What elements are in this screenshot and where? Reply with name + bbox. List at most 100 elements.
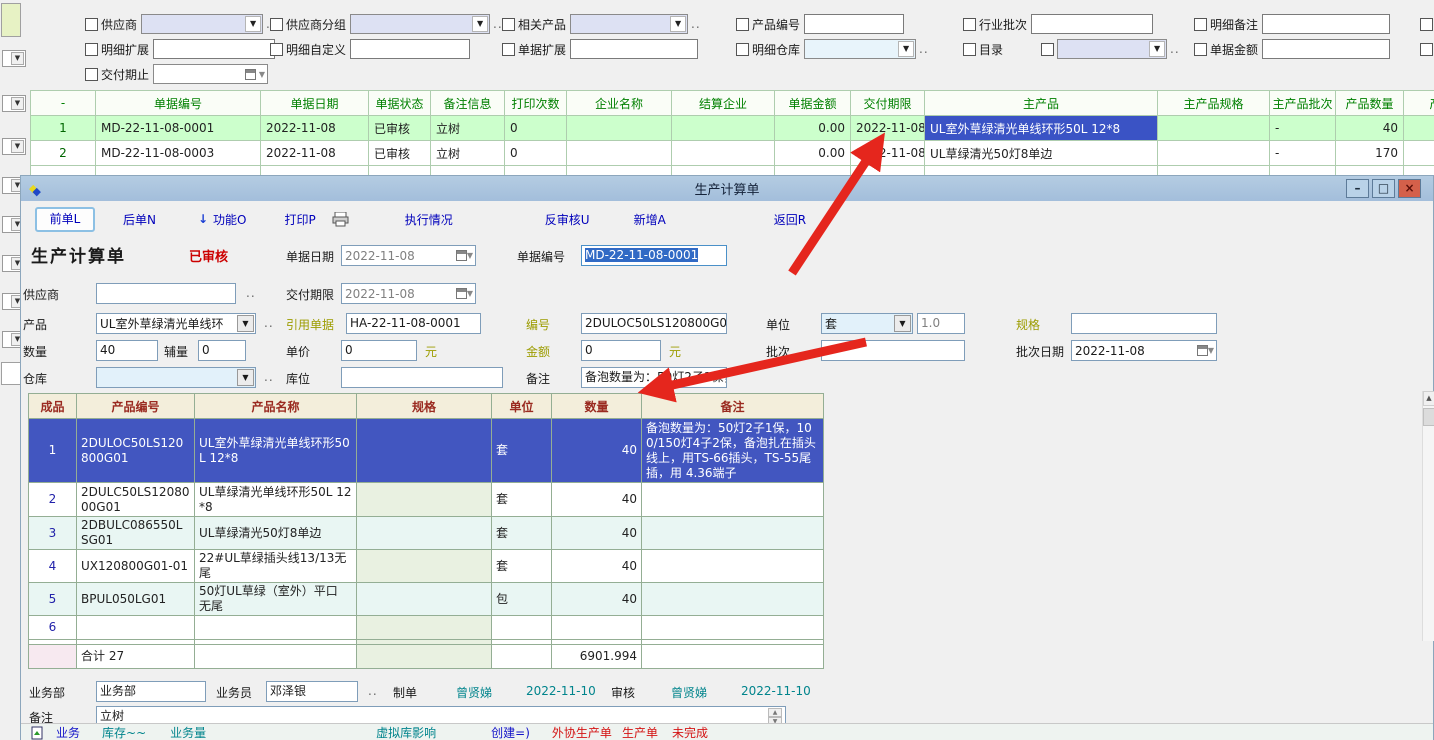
grid-cell[interactable] [672,116,775,141]
strip-dropdown-button[interactable]: ▼ [2,138,26,155]
grid-cell[interactable]: 40 [1336,116,1404,141]
grid-cell[interactable]: 2022-11-08 [851,116,925,141]
detail-column-header[interactable]: 规格 [357,394,492,419]
industry-batch-checkbox[interactable] [963,18,976,31]
detail-cell[interactable] [357,550,492,583]
detail-row[interactable]: 32DBULC086550LSG01UL草绿清光50灯8单边套40 [29,517,824,550]
grid-column-header[interactable]: - [31,91,96,116]
doc-date-input[interactable]: 2022-11-08▼ [341,245,476,266]
detail-warehouse-more-button[interactable]: .. [919,42,929,56]
grid-column-header[interactable]: 单据编号 [96,91,261,116]
detail-cell[interactable]: 2DULOC50LS120800G01 [77,419,195,483]
chevron-down-icon[interactable]: ▼ [259,70,265,79]
grid-cell[interactable]: 2022-11-08 [851,141,925,166]
detail-cell[interactable]: 40 [552,419,642,483]
detail-cell[interactable]: 3 [29,517,77,550]
grid-column-header[interactable]: 产品金额 [1404,91,1434,116]
detail-column-header[interactable]: 单位 [492,394,552,419]
grid-cell[interactable]: 已审核 [369,116,431,141]
function-menu-button[interactable]: 功能O [213,211,246,228]
window-titlebar[interactable]: ◆ ◆ 生产计算单 [21,176,1433,201]
grid-column-header[interactable]: 主产品批次 [1270,91,1336,116]
detail-cell[interactable]: 2DULC50LS1208000G01 [77,483,195,517]
product-code-filter-input[interactable] [804,14,904,34]
chevron-down-icon[interactable]: ▼ [898,41,914,57]
grid-row[interactable]: 2MD-22-11-08-00032022-11-08已审核立树00.00202… [31,141,1434,166]
detail-cell[interactable] [195,616,357,640]
doc-amount-checkbox[interactable] [1194,43,1207,56]
grid-column-header[interactable]: 备注信息 [431,91,505,116]
detail-cell[interactable]: 5 [29,583,77,616]
detail-cell[interactable]: BPUL050LG01 [77,583,195,616]
grid-cell[interactable] [1158,141,1270,166]
close-button[interactable]: × [1398,179,1421,198]
cutoff-checkbox[interactable] [1420,18,1433,31]
doc-expand-checkbox[interactable] [502,43,515,56]
doc-no-input[interactable]: MD-22-11-08-0001 [581,245,727,266]
related-product-filter-select[interactable]: ▼ [570,14,688,34]
detail-row[interactable]: 4UX120800G01-0122#UL草绿插头线13/13无尾套40 [29,550,824,583]
supplier-group-checkbox[interactable] [270,18,283,31]
doc-expand-filter-input[interactable] [570,39,698,59]
detail-column-header[interactable]: 产品编号 [77,394,195,419]
detail-cell[interactable]: 50灯UL草绿（室外）平口 无尾 [195,583,357,616]
chevron-down-icon[interactable]: ▼ [894,315,911,332]
statusbar-link[interactable]: 未完成 [672,724,708,740]
detail-cell[interactable]: 40 [552,550,642,583]
spec-input[interactable] [1071,313,1217,334]
salesman-input[interactable]: 邓泽银 [266,681,358,702]
chevron-down-icon[interactable]: ▼ [467,251,473,260]
grid-cell[interactable] [1404,141,1434,166]
printer-icon[interactable] [332,212,349,227]
dept-input[interactable]: 业务部 [96,681,206,702]
chevron-down-icon[interactable]: ▼ [237,315,254,332]
grid-cell[interactable] [1404,116,1434,141]
add-new-button[interactable]: 新增A [634,211,666,228]
grid-cell[interactable]: 0 [505,141,567,166]
code-input[interactable]: 2DULOC50LS120800G01 [581,313,727,334]
detail-cell[interactable] [357,616,492,640]
detail-cell[interactable]: 套 [492,483,552,517]
detail-row[interactable]: 22DULC50LS1208000G01UL草绿清光单线环形50L 12*8套4… [29,483,824,517]
detail-cell[interactable] [642,616,824,640]
detail-cell[interactable]: 套 [492,550,552,583]
vertical-scrollbar[interactable]: ▲ [1422,391,1434,641]
warehouse-more-button[interactable]: .. [264,370,274,384]
batch-date-input[interactable]: 2022-11-08▼ [1071,340,1217,361]
product-select[interactable]: UL室外草绿清光单线环▼ [96,313,256,334]
detail-warehouse-filter-select[interactable]: ▼ [804,39,916,59]
detail-expand-checkbox[interactable] [85,43,98,56]
industry-batch-filter-input[interactable] [1031,14,1153,34]
warehouse-select[interactable]: ▼ [96,367,256,388]
grid-column-header[interactable]: 主产品 [925,91,1158,116]
scrollbar-thumb[interactable] [1423,408,1434,426]
detail-cell[interactable]: 40 [552,483,642,517]
grid-cell[interactable]: 0.00 [775,116,851,141]
grid-cell[interactable] [567,141,672,166]
detail-cell[interactable] [357,483,492,517]
supplier-checkbox[interactable] [85,18,98,31]
detail-cell[interactable]: UL室外草绿清光单线环形50L 12*8 [195,419,357,483]
detail-note-checkbox[interactable] [1194,18,1207,31]
detail-column-header[interactable]: 产品名称 [195,394,357,419]
chevron-down-icon[interactable]: ▼ [467,289,473,298]
detail-custom-filter-input[interactable] [350,39,470,59]
detail-row[interactable]: 5BPUL050LG0150灯UL草绿（室外）平口 无尾包40 [29,583,824,616]
back-button[interactable]: 返回R [774,211,806,228]
minimize-button[interactable]: – [1346,179,1369,198]
detail-row[interactable]: 12DULOC50LS120800G01UL室外草绿清光单线环形50L 12*8… [29,419,824,483]
detail-expand-filter-input[interactable] [153,39,275,59]
qty-input[interactable]: 40 [96,340,158,361]
detail-cell[interactable]: 4 [29,550,77,583]
chevron-down-icon[interactable]: ▼ [1149,41,1165,57]
detail-cell[interactable]: 40 [552,583,642,616]
supplier-more-button[interactable]: .. [246,286,256,300]
statusbar-link[interactable]: 生产单 [622,724,658,740]
statusbar-link[interactable]: 库存~~ [102,724,146,740]
ref-doc-input[interactable]: HA-22-11-08-0001 [346,313,481,334]
grid-column-header[interactable]: 企业名称 [567,91,672,116]
supplier-filter-select[interactable]: ▼ [141,14,263,34]
detail-cell[interactable]: UL草绿清光单线环形50L 12*8 [195,483,357,517]
chevron-down-icon[interactable]: ▼ [245,16,261,32]
detail-cell[interactable]: 6 [29,616,77,640]
